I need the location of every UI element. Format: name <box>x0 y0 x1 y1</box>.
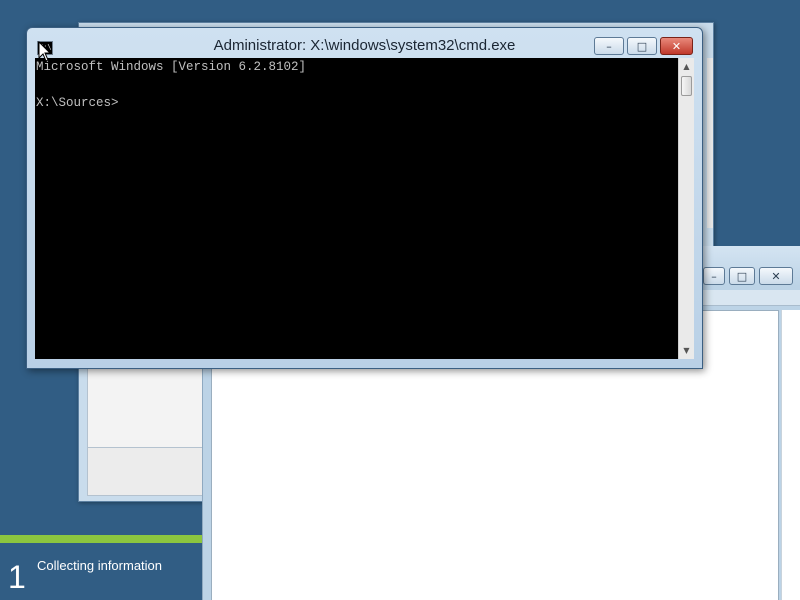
setup-minimize-button[interactable]: – <box>703 267 725 285</box>
scroll-up-icon[interactable]: ▲ <box>679 58 694 75</box>
scroll-down-icon[interactable]: ▼ <box>679 342 694 359</box>
minimize-icon: – <box>606 39 612 53</box>
scroll-thumb[interactable] <box>681 76 692 96</box>
mouse-pointer-icon <box>38 41 52 62</box>
close-button[interactable]: ✕ <box>660 37 693 55</box>
console-line: Microsoft Windows [Version 6.2.8102] <box>36 60 307 74</box>
close-icon: ✕ <box>771 269 781 283</box>
cmd-window: C:\ Administrator: X:\windows\system32\c… <box>26 27 703 369</box>
maximize-button[interactable]: □ <box>627 37 657 55</box>
maximize-icon: □ <box>636 39 648 53</box>
close-icon: ✕ <box>671 39 682 53</box>
setup-progress-fill <box>0 535 202 543</box>
setup-progress-bar <box>0 535 202 543</box>
console-output[interactable]: Microsoft Windows [Version 6.2.8102] X:\… <box>35 58 678 359</box>
minimize-icon: – <box>711 269 717 283</box>
setup-back-scroll-strip <box>707 58 713 228</box>
setup-back-footer <box>87 448 207 496</box>
maximize-icon: □ <box>736 269 748 283</box>
minimize-button[interactable]: – <box>594 37 624 55</box>
step-label: Collecting information <box>37 558 163 573</box>
vertical-scrollbar[interactable]: ▲ ▼ <box>678 58 694 359</box>
setup-back-panel <box>87 368 207 448</box>
step-number: 1 <box>8 559 26 595</box>
console-prompt-line: X:\Sources> <box>36 96 119 110</box>
setup-close-button[interactable]: ✕ <box>759 267 793 285</box>
setup-window-side-pane <box>781 310 800 600</box>
setup-maximize-button[interactable]: □ <box>729 267 755 285</box>
